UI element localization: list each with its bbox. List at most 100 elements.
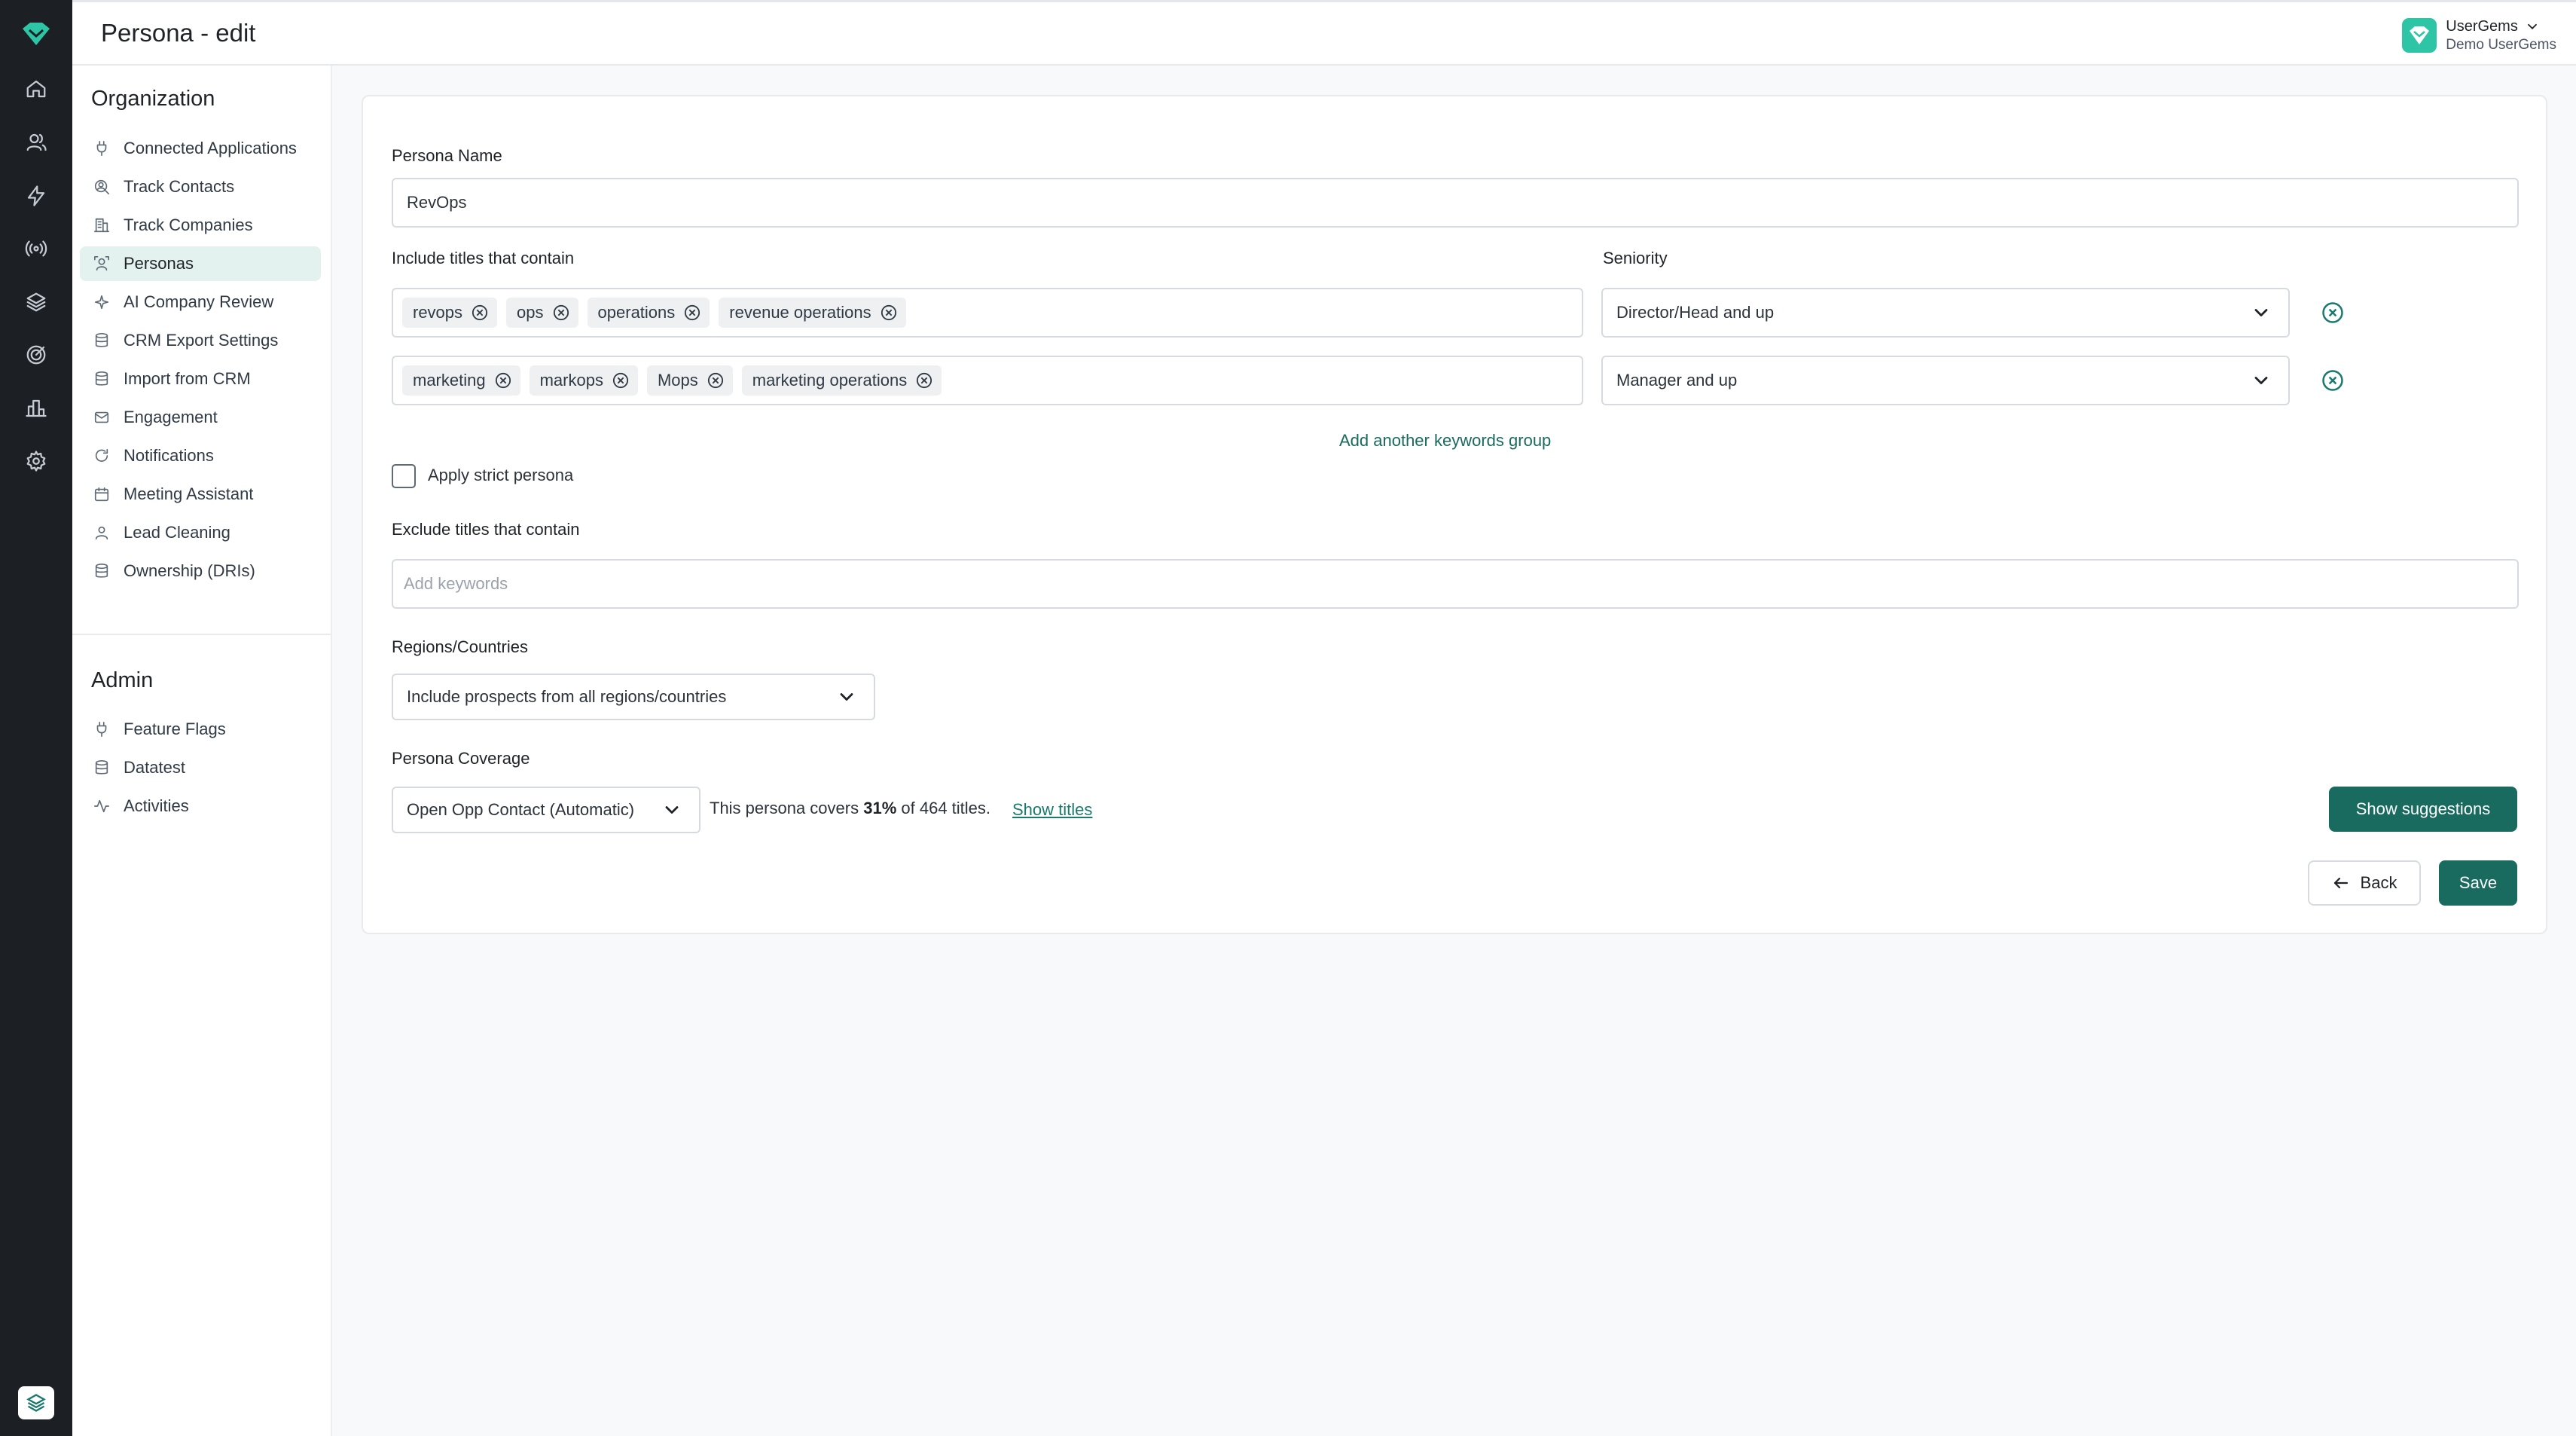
keyword-tag[interactable]: ops xyxy=(506,298,578,328)
sidebar-item-ownership-dris[interactable]: Ownership (DRIs) xyxy=(80,554,321,588)
plug-icon xyxy=(96,722,107,737)
bar-chart-icon[interactable] xyxy=(21,393,51,423)
bolt-icon[interactable] xyxy=(21,181,51,211)
sidebar-item-feature-flags[interactable]: Feature Flags xyxy=(80,712,321,747)
sidebar-item-datatest[interactable]: Datatest xyxy=(80,750,321,785)
include-keywords-input[interactable]: marketing markops Mops marketing operati… xyxy=(392,356,1583,405)
sidebar-item-label: Personas xyxy=(124,254,194,273)
remove-group-button[interactable] xyxy=(2320,300,2346,325)
help-widget-button[interactable] xyxy=(18,1386,54,1419)
sidebar-item-label: Ownership (DRIs) xyxy=(124,561,255,580)
database-icon xyxy=(95,564,108,578)
sidebar-item-label: Lead Cleaning xyxy=(124,523,230,542)
show-suggestions-button[interactable]: Show suggestions xyxy=(2329,787,2517,832)
sidebar-item-ai-company-review[interactable]: AI Company Review xyxy=(80,285,321,319)
sidebar-item-label: Meeting Assistant xyxy=(124,484,254,503)
sidebar-item-label: Notifications xyxy=(124,446,214,465)
gear-icon[interactable] xyxy=(21,446,51,476)
seniority-select[interactable]: Director/Head and up xyxy=(1601,288,2290,338)
save-button[interactable]: Save xyxy=(2439,860,2517,906)
regions-label: Regions/Countries xyxy=(392,637,528,656)
contact-search-icon xyxy=(94,179,109,194)
persona-icon xyxy=(94,256,109,271)
seniority-label: Seniority xyxy=(1603,249,1668,267)
keyword-tag[interactable]: markops xyxy=(529,365,638,396)
include-titles-label: Include titles that contain xyxy=(392,249,575,267)
layers-icon xyxy=(26,1394,46,1412)
keyword-tag[interactable]: Mops xyxy=(646,365,733,396)
sidebar-item-connected-applications[interactable]: Connected Applications xyxy=(80,131,321,166)
sidebar-item-activities[interactable]: Activities xyxy=(80,789,321,823)
sidebar-item-label: Track Companies xyxy=(124,215,253,234)
arrow-left-icon xyxy=(2333,877,2348,889)
close-circle-icon[interactable] xyxy=(684,304,700,321)
plug-icon xyxy=(96,141,107,156)
persona-name-value: RevOps xyxy=(407,193,467,212)
close-circle-icon[interactable] xyxy=(472,304,488,321)
account-subtitle: Demo UserGems xyxy=(2446,36,2556,53)
refresh-icon xyxy=(95,448,108,462)
add-keywords-group-link[interactable]: Add another keywords group xyxy=(1339,431,1551,451)
sidebar-item-label: Activities xyxy=(124,796,189,815)
strict-persona-label: Apply strict persona xyxy=(428,466,574,484)
close-circle-icon[interactable] xyxy=(553,304,569,321)
keyword-tag[interactable]: revops xyxy=(402,298,498,328)
close-circle-icon[interactable] xyxy=(612,372,629,389)
coverage-source-select[interactable]: Open Opp Contact (Automatic) xyxy=(392,787,700,833)
sidebar-item-label: Connected Applications xyxy=(124,139,297,157)
close-circle-icon[interactable] xyxy=(881,304,897,321)
remove-group-button[interactable] xyxy=(2320,368,2346,393)
coverage-source-value: Open Opp Contact (Automatic) xyxy=(407,800,635,819)
keyword-tag[interactable]: operations xyxy=(587,298,710,328)
persona-name-input[interactable]: RevOps xyxy=(392,178,2519,228)
users-icon[interactable] xyxy=(21,127,51,157)
sidebar-item-lead-cleaning[interactable]: Lead Cleaning xyxy=(80,515,321,550)
seniority-select[interactable]: Manager and up xyxy=(1601,356,2290,405)
sidebar-item-label: CRM Export Settings xyxy=(124,331,279,350)
close-circle-icon[interactable] xyxy=(916,372,932,389)
sidebar-item-track-companies[interactable]: Track Companies xyxy=(80,208,321,243)
exclude-keywords-input[interactable]: Add keywords xyxy=(392,559,2519,609)
home-icon[interactable] xyxy=(21,74,51,104)
target-icon[interactable] xyxy=(21,340,51,370)
regions-select[interactable]: Include prospects from all regions/count… xyxy=(392,674,875,720)
account-name: UserGems xyxy=(2446,17,2518,35)
organization-section-title: Organization xyxy=(91,87,215,111)
account-switcher[interactable]: UserGems Demo UserGems xyxy=(2402,14,2556,57)
database-icon xyxy=(95,333,108,347)
layers-icon[interactable] xyxy=(21,287,51,317)
sidebar-divider xyxy=(72,634,331,635)
sidebar-item-import-from-crm[interactable]: Import from CRM xyxy=(80,362,321,396)
close-circle-icon[interactable] xyxy=(495,372,511,389)
close-circle-icon[interactable] xyxy=(707,372,724,389)
coverage-summary: This persona covers 31% of 464 titles. xyxy=(710,799,991,817)
persona-coverage-label: Persona Coverage xyxy=(392,749,530,768)
strict-persona-checkbox[interactable] xyxy=(392,464,416,488)
user-icon xyxy=(95,526,108,540)
sidebar-item-track-contacts[interactable]: Track Contacts xyxy=(80,170,321,204)
usergems-logo-icon[interactable] xyxy=(20,20,53,50)
coverage-percent: 31% xyxy=(863,799,897,817)
keyword-tag[interactable]: marketing operations xyxy=(741,365,942,396)
sidebar-item-notifications[interactable]: Notifications xyxy=(80,438,321,473)
chevron-down-icon xyxy=(2254,377,2268,384)
sidebar-item-label: Datatest xyxy=(124,758,185,777)
sidebar-item-engagement[interactable]: Engagement xyxy=(80,400,321,435)
persona-form-card: Persona Name RevOps Include titles that … xyxy=(362,95,2547,934)
building-icon xyxy=(94,218,109,233)
sidebar-item-meeting-assistant[interactable]: Meeting Assistant xyxy=(80,477,321,512)
sidebar-item-label: Import from CRM xyxy=(124,369,251,388)
activity-icon xyxy=(94,799,109,813)
keyword-tag[interactable]: marketing xyxy=(402,365,520,396)
close-circle-icon xyxy=(2322,302,2343,323)
regions-value: Include prospects from all regions/count… xyxy=(407,687,727,706)
sidebar-item-crm-export-settings[interactable]: CRM Export Settings xyxy=(80,323,321,358)
chevron-down-icon xyxy=(2254,309,2268,316)
sidebar-item-personas[interactable]: Personas xyxy=(80,246,321,281)
show-titles-link[interactable]: Show titles xyxy=(1012,800,1092,820)
back-button[interactable]: Back xyxy=(2308,860,2421,906)
keyword-tag[interactable]: revenue operations xyxy=(719,298,906,328)
exclude-titles-label: Exclude titles that contain xyxy=(392,520,580,539)
broadcast-icon[interactable] xyxy=(21,234,51,264)
include-keywords-input[interactable]: revops ops operations revenue operations xyxy=(392,288,1583,338)
